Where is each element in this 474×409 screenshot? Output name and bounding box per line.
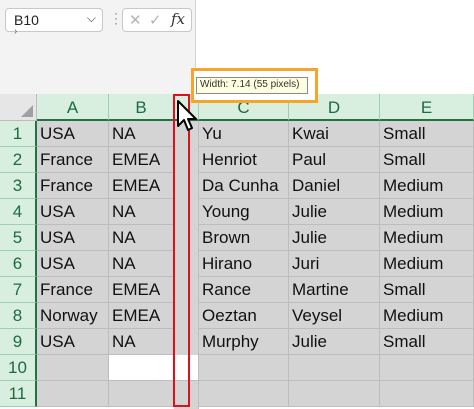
spreadsheet-grid: ABCDE 1 2 3 4 5 6 7 8 9 10 11 USA NA Yu Kwai Small Fran… <box>0 94 474 409</box>
name-box[interactable]: B10 ⌵ <box>5 8 103 32</box>
cell-b7[interactable]: EMEA <box>109 277 174 303</box>
cell-a4[interactable]: USA <box>37 199 109 225</box>
formula-buttons: ✕ ✓ fx <box>122 8 192 32</box>
close-icon[interactable]: ✕ <box>129 11 142 29</box>
cell-d8[interactable]: Veysel <box>289 303 380 329</box>
cell-b11[interactable] <box>109 381 174 407</box>
insert-function-icon[interactable]: fx <box>171 10 185 28</box>
cell-c1[interactable]: Yu <box>199 121 289 147</box>
row-header-10[interactable]: 10 <box>0 355 37 381</box>
cell-e1[interactable]: Small <box>380 121 474 147</box>
cell-c11[interactable] <box>199 381 289 407</box>
cell-d2[interactable]: Paul <box>289 147 380 173</box>
cell-b3[interactable]: EMEA <box>109 173 174 199</box>
cell-e11[interactable] <box>380 381 474 407</box>
row-header-8[interactable]: 8 <box>0 303 37 329</box>
select-all-corner[interactable] <box>0 94 37 121</box>
column-header-e[interactable]: E <box>380 94 474 121</box>
row-header-1[interactable]: 1 <box>0 121 37 147</box>
cell-c3[interactable]: Da Cunha <box>199 173 289 199</box>
cell-a2[interactable]: France <box>37 147 109 173</box>
row-header-5[interactable]: 5 <box>0 225 37 251</box>
cell-b9[interactable]: NA <box>109 329 174 355</box>
cell-c2[interactable]: Henriot <box>199 147 289 173</box>
row-header-11[interactable]: 11 <box>0 381 37 407</box>
cell-c10[interactable] <box>199 355 289 381</box>
cell-d6[interactable]: Juri <box>289 251 380 277</box>
cell-a5[interactable]: USA <box>37 225 109 251</box>
cell-c6[interactable]: Hirano <box>199 251 289 277</box>
select-all-triangle-icon <box>21 105 33 117</box>
row-header-7[interactable]: 7 <box>0 277 37 303</box>
cell-a7[interactable]: France <box>37 277 109 303</box>
name-box-value: B10 <box>14 12 39 28</box>
cell-b8[interactable]: EMEA <box>109 303 174 329</box>
row-header-6[interactable]: 6 <box>0 251 37 277</box>
cell-b2[interactable]: EMEA <box>109 147 174 173</box>
cell-e4[interactable]: Medium <box>380 199 474 225</box>
cell-a8[interactable]: Norway <box>37 303 109 329</box>
cell-a11[interactable] <box>37 381 109 407</box>
row-header-2[interactable]: 2 <box>0 147 37 173</box>
row-header-4[interactable]: 4 <box>0 199 37 225</box>
row-header-9[interactable]: 9 <box>0 329 37 355</box>
check-icon[interactable]: ✓ <box>149 11 162 29</box>
drag-handle-icon[interactable]: ⋮ <box>109 10 123 27</box>
cell-e3[interactable]: Medium <box>380 173 474 199</box>
cell-e8[interactable]: Medium <box>380 303 474 329</box>
cell-c5[interactable]: Brown <box>199 225 289 251</box>
cell-a10[interactable] <box>37 355 109 381</box>
column-resize-highlight <box>173 94 190 407</box>
column-header-b[interactable]: B <box>109 94 174 121</box>
cell-e7[interactable]: Small <box>380 277 474 303</box>
cell-d11[interactable] <box>289 381 380 407</box>
cell-d10[interactable] <box>289 355 380 381</box>
cell-a9[interactable]: USA <box>37 329 109 355</box>
cell-b4[interactable]: NA <box>109 199 174 225</box>
cell-c4[interactable]: Young <box>199 199 289 225</box>
cell-a6[interactable]: USA <box>37 251 109 277</box>
row-header-3[interactable]: 3 <box>0 173 37 199</box>
cell-a3[interactable]: France <box>37 173 109 199</box>
cell-e10[interactable] <box>380 355 474 381</box>
cell-d3[interactable]: Daniel <box>289 173 380 199</box>
cell-b5[interactable]: NA <box>109 225 174 251</box>
cell-b1[interactable]: NA <box>109 121 174 147</box>
cell-e2[interactable]: Small <box>380 147 474 173</box>
cell-e5[interactable]: Medium <box>380 225 474 251</box>
cell-b10[interactable] <box>109 355 174 381</box>
column-header-a[interactable]: A <box>37 94 109 121</box>
expand-icon[interactable]: › <box>14 26 17 37</box>
cell-c8[interactable]: Oeztan <box>199 303 289 329</box>
cell-d5[interactable]: Julie <box>289 225 380 251</box>
cell-d4[interactable]: Julie <box>289 199 380 225</box>
chevron-down-icon[interactable]: ⌵ <box>87 11 96 26</box>
cell-b6[interactable]: NA <box>109 251 174 277</box>
cell-a1[interactable]: USA <box>37 121 109 147</box>
cell-c9[interactable]: Murphy <box>199 329 289 355</box>
cell-d1[interactable]: Kwai <box>289 121 380 147</box>
cell-e6[interactable]: Medium <box>380 251 474 277</box>
column-width-tooltip: Width: 7.14 (55 pixels) <box>196 77 308 94</box>
mouse-cursor-icon <box>177 100 197 131</box>
cell-d9[interactable]: Julie <box>289 329 380 355</box>
cell-d7[interactable]: Martine <box>289 277 380 303</box>
cell-e9[interactable]: Small <box>380 329 474 355</box>
cell-c7[interactable]: Rance <box>199 277 289 303</box>
